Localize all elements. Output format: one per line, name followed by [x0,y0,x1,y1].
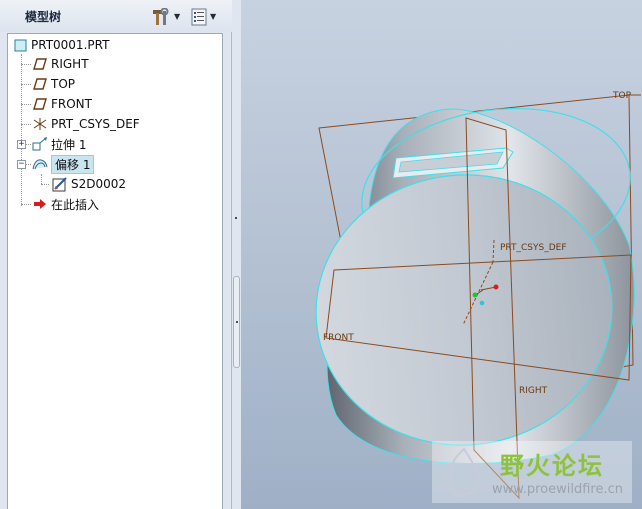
csys-x-dot [493,284,499,290]
insert-arrow-icon [32,196,48,212]
tree-settings-button[interactable]: ▼ [191,7,216,26]
model-tree: PRT0001.PRT RIGHT TOP FRONT PRT_CSYS_DEF… [7,33,223,509]
tree-root-label: PRT0001.PRT [31,38,110,52]
chevron-down-icon: ▼ [174,12,181,21]
panel-splitter[interactable] [232,0,241,509]
tree-item-label: RIGHT [51,57,89,71]
datum-plane-icon [32,76,48,92]
tree-item-front[interactable]: FRONT [32,95,92,113]
collapse-toggle[interactable]: − [17,160,26,169]
extrude-icon [32,136,48,152]
splitter-grip[interactable] [233,276,240,368]
hammer-wrench-icon [153,7,169,25]
datum-plane-icon [32,96,48,112]
panel-title: 模型树 [25,10,62,24]
datum-plane-icon [32,56,48,72]
csys-icon [32,116,48,132]
expand-toggle[interactable]: + [17,140,26,149]
watermark-title: 野火论坛 [500,452,604,480]
label-csys: PRT_CSYS_DEF [500,243,567,253]
label-top: TOP [612,91,632,101]
flame-logo-icon [442,447,480,498]
part-icon [12,37,28,53]
tree-item-sketch[interactable]: S2D0002 [52,175,126,193]
tree-item-label: FRONT [51,97,92,111]
csys-y-dot [472,292,478,298]
model-tree-panel: 模型树 ▼ ▼ PRT0001.PRT RIGHT TOP FRONT PRT_… [0,0,232,509]
model-tree-header: 模型树 ▼ ▼ [0,0,232,32]
label-right: RIGHT [519,386,548,396]
tree-item-label: TOP [51,77,76,91]
chevron-down-icon: ▼ [210,12,217,21]
tree-item-label: 拉伸 1 [51,137,87,152]
tree-item-label: S2D0002 [71,177,127,191]
model-graphics: TOP FRONT RIGHT PRT_CSYS_DEF [315,91,641,500]
csys-z-dot [479,300,485,306]
offset-icon [32,156,48,172]
label-front: FRONT [323,333,354,343]
tree-settings-icon [191,8,207,25]
graphics-viewport[interactable]: TOP FRONT RIGHT PRT_CSYS_DEF [241,0,642,509]
tree-item-label: 偏移 1 [51,154,95,174]
tree-item-extrude[interactable]: 拉伸 1 [32,135,86,153]
tree-item-csys[interactable]: PRT_CSYS_DEF [32,115,140,133]
tree-item-label: 在此插入 [51,197,100,212]
tree-item-insert-here[interactable]: 在此插入 [32,195,99,213]
splitter-dot [235,217,237,219]
watermark-url: www.proewildfire.cn [492,482,623,497]
sketch-icon [52,176,68,192]
tree-item-top[interactable]: TOP [32,75,75,93]
tools-button[interactable]: ▼ [151,7,180,26]
tree-root[interactable]: PRT0001.PRT [12,36,109,54]
tree-item-offset[interactable]: 偏移 1 [32,154,95,174]
tree-item-right[interactable]: RIGHT [32,55,89,73]
tree-item-label: PRT_CSYS_DEF [51,117,140,131]
